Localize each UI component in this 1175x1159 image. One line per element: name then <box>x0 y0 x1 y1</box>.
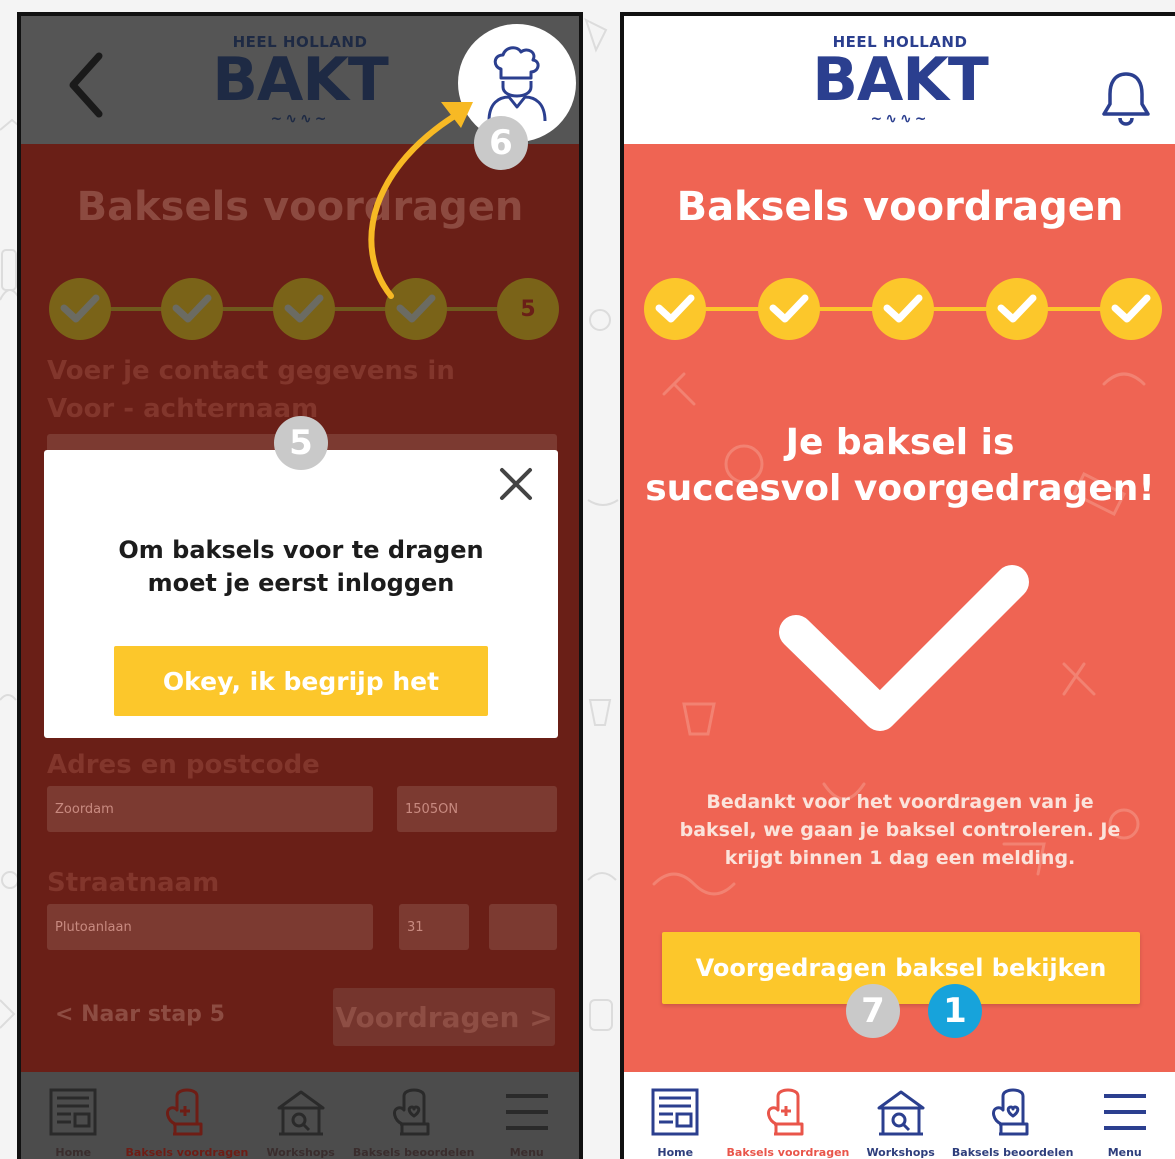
step-5-current: 5 <box>497 278 559 340</box>
success-line-2: succesvol voorgedragen! <box>645 468 1155 509</box>
tent-icon <box>877 1090 925 1136</box>
house-number-input[interactable]: 31 <box>399 904 469 950</box>
chef-icon <box>487 46 547 122</box>
step-4-done <box>385 278 447 340</box>
check-icon <box>883 294 923 323</box>
hamburger-icon <box>1103 1094 1146 1130</box>
city-input[interactable]: Zoordam <box>47 786 373 832</box>
step-3-done <box>273 278 335 340</box>
tab-menu-label: Menu <box>1107 1146 1142 1159</box>
contact-label: Voer je contact gegevens in <box>47 356 455 386</box>
progress-steps <box>624 274 1175 344</box>
tab-submit-bakes-label: Baksels voordragen <box>726 1146 850 1159</box>
tab-rate-bakes-label: Baksels beoordelen <box>352 1146 475 1159</box>
step-4-done <box>986 278 1048 340</box>
back-arrow-icon <box>69 52 103 118</box>
tent-icon <box>277 1090 325 1136</box>
step-3-done <box>872 278 934 340</box>
street-input[interactable]: Plutoanlaan <box>47 904 373 950</box>
tab-menu[interactable]: Menu <box>1073 1072 1175 1159</box>
check-icon <box>284 294 324 323</box>
hamburger-icon <box>505 1094 548 1130</box>
addition-input[interactable] <box>489 904 557 950</box>
app-header: HEEL HOLLAND BAKT ~∿∿~ <box>624 16 1175 144</box>
tab-workshops[interactable]: Workshops <box>849 1072 952 1159</box>
logo-main-text: BAKT <box>212 44 389 115</box>
modal-message-line-1: Om baksels voor te dragen <box>118 536 484 564</box>
check-icon <box>997 294 1037 323</box>
check-icon <box>396 294 436 323</box>
tab-home[interactable]: Home <box>624 1072 727 1159</box>
progress-steps: 5 <box>21 274 579 344</box>
success-heading: Je baksel is succesvol voorgedragen! <box>624 420 1175 512</box>
tab-home-label: Home <box>55 1146 92 1159</box>
logo-main-text: BAKT <box>812 44 989 115</box>
bottom-tab-bar: Home Baksels voordragen Workshops Baksel… <box>624 1072 1175 1159</box>
back-button[interactable] <box>51 50 121 120</box>
check-icon <box>60 294 100 323</box>
tab-rate-bakes[interactable]: Baksels beoordelen <box>352 1072 475 1159</box>
oven-mitt-plus-icon <box>766 1088 804 1136</box>
postcode-input[interactable]: 1505ON <box>397 786 557 832</box>
street-label: Straatnaam <box>47 868 220 898</box>
annotation-badge-1: 1 <box>928 984 982 1038</box>
step-1-done <box>644 278 706 340</box>
bottom-tab-bar: Home Baksels voordragen Workshops Baksel… <box>21 1072 579 1159</box>
tab-home[interactable]: Home <box>21 1072 126 1159</box>
phone-screen-login-required: HEEL HOLLAND BAKT ~∿∿~ Baksels voordrage… <box>17 12 583 1159</box>
tab-menu-label: Menu <box>509 1146 544 1159</box>
address-label: Adres en postcode <box>47 750 320 780</box>
modal-message: Om baksels voor te dragen moet je eerst … <box>74 534 528 600</box>
modal-close-button[interactable] <box>498 466 534 502</box>
success-line-1: Je baksel is <box>785 422 1015 463</box>
tab-workshops[interactable]: Workshops <box>248 1072 353 1159</box>
tab-rate-bakes[interactable]: Baksels beoordelen <box>951 1072 1074 1159</box>
step-2-done <box>758 278 820 340</box>
step-1-done <box>49 278 111 340</box>
view-submitted-bake-button[interactable]: Voorgedragen baksel bekijken <box>662 932 1140 1004</box>
login-required-modal: Om baksels voor te dragen moet je eerst … <box>44 450 558 738</box>
page-title: Baksels voordragen <box>76 184 524 230</box>
check-icon <box>172 294 212 323</box>
check-icon <box>1111 294 1151 323</box>
thanks-line-1: Bedankt voor het voordragen van je <box>706 791 1094 813</box>
tab-submit-bakes[interactable]: Baksels voordragen <box>726 1072 850 1159</box>
tab-submit-bakes[interactable]: Baksels voordragen <box>125 1072 249 1159</box>
page-title: Baksels voordragen <box>676 184 1124 230</box>
annotation-badge-6: 6 <box>474 116 528 170</box>
tab-submit-bakes-label: Baksels voordragen <box>125 1146 249 1159</box>
app-logo: HEEL HOLLAND BAKT ~∿∿~ <box>212 34 389 126</box>
close-icon <box>500 468 532 500</box>
tab-rate-bakes-label: Baksels beoordelen <box>951 1146 1074 1159</box>
app-logo: HEEL HOLLAND BAKT ~∿∿~ <box>812 34 989 126</box>
oven-mitt-plus-icon <box>165 1088 203 1136</box>
back-step-link[interactable]: < Naar stap 5 <box>55 1002 225 1027</box>
tab-workshops-label: Workshops <box>266 1146 335 1159</box>
submit-button[interactable]: Voordragen > <box>333 988 555 1046</box>
tab-workshops-label: Workshops <box>866 1146 935 1159</box>
annotation-badge-5: 5 <box>274 416 328 470</box>
thanks-line-2: baksel, we gaan je baksel controleren. J… <box>679 819 1121 841</box>
oven-mitt-heart-icon <box>991 1088 1029 1136</box>
bell-icon[interactable] <box>1098 68 1154 128</box>
tab-home-label: Home <box>657 1146 694 1159</box>
modal-message-line-2: moet je eerst inloggen <box>147 569 455 597</box>
name-label: Voor - achternaam <box>47 394 319 424</box>
oven-mitt-heart-icon <box>392 1088 430 1136</box>
step-2-done <box>161 278 223 340</box>
thanks-line-3: krijgt binnen 1 dag een melding. <box>724 847 1076 869</box>
check-icon <box>655 294 695 323</box>
step-5-done <box>1100 278 1162 340</box>
phone-screen-success: HEEL HOLLAND BAKT ~∿∿~ Baksels voordrage… <box>620 12 1175 1159</box>
tab-menu[interactable]: Menu <box>474 1072 579 1159</box>
check-icon <box>769 294 809 323</box>
newspaper-icon <box>49 1088 97 1136</box>
thanks-message: Bedankt voor het voordragen van je bakse… <box>642 788 1158 872</box>
newspaper-icon <box>651 1088 699 1136</box>
modal-ok-button[interactable]: Okey, ik begrijp het <box>114 646 488 716</box>
success-check-icon <box>779 565 1029 731</box>
annotation-badge-7: 7 <box>846 984 900 1038</box>
